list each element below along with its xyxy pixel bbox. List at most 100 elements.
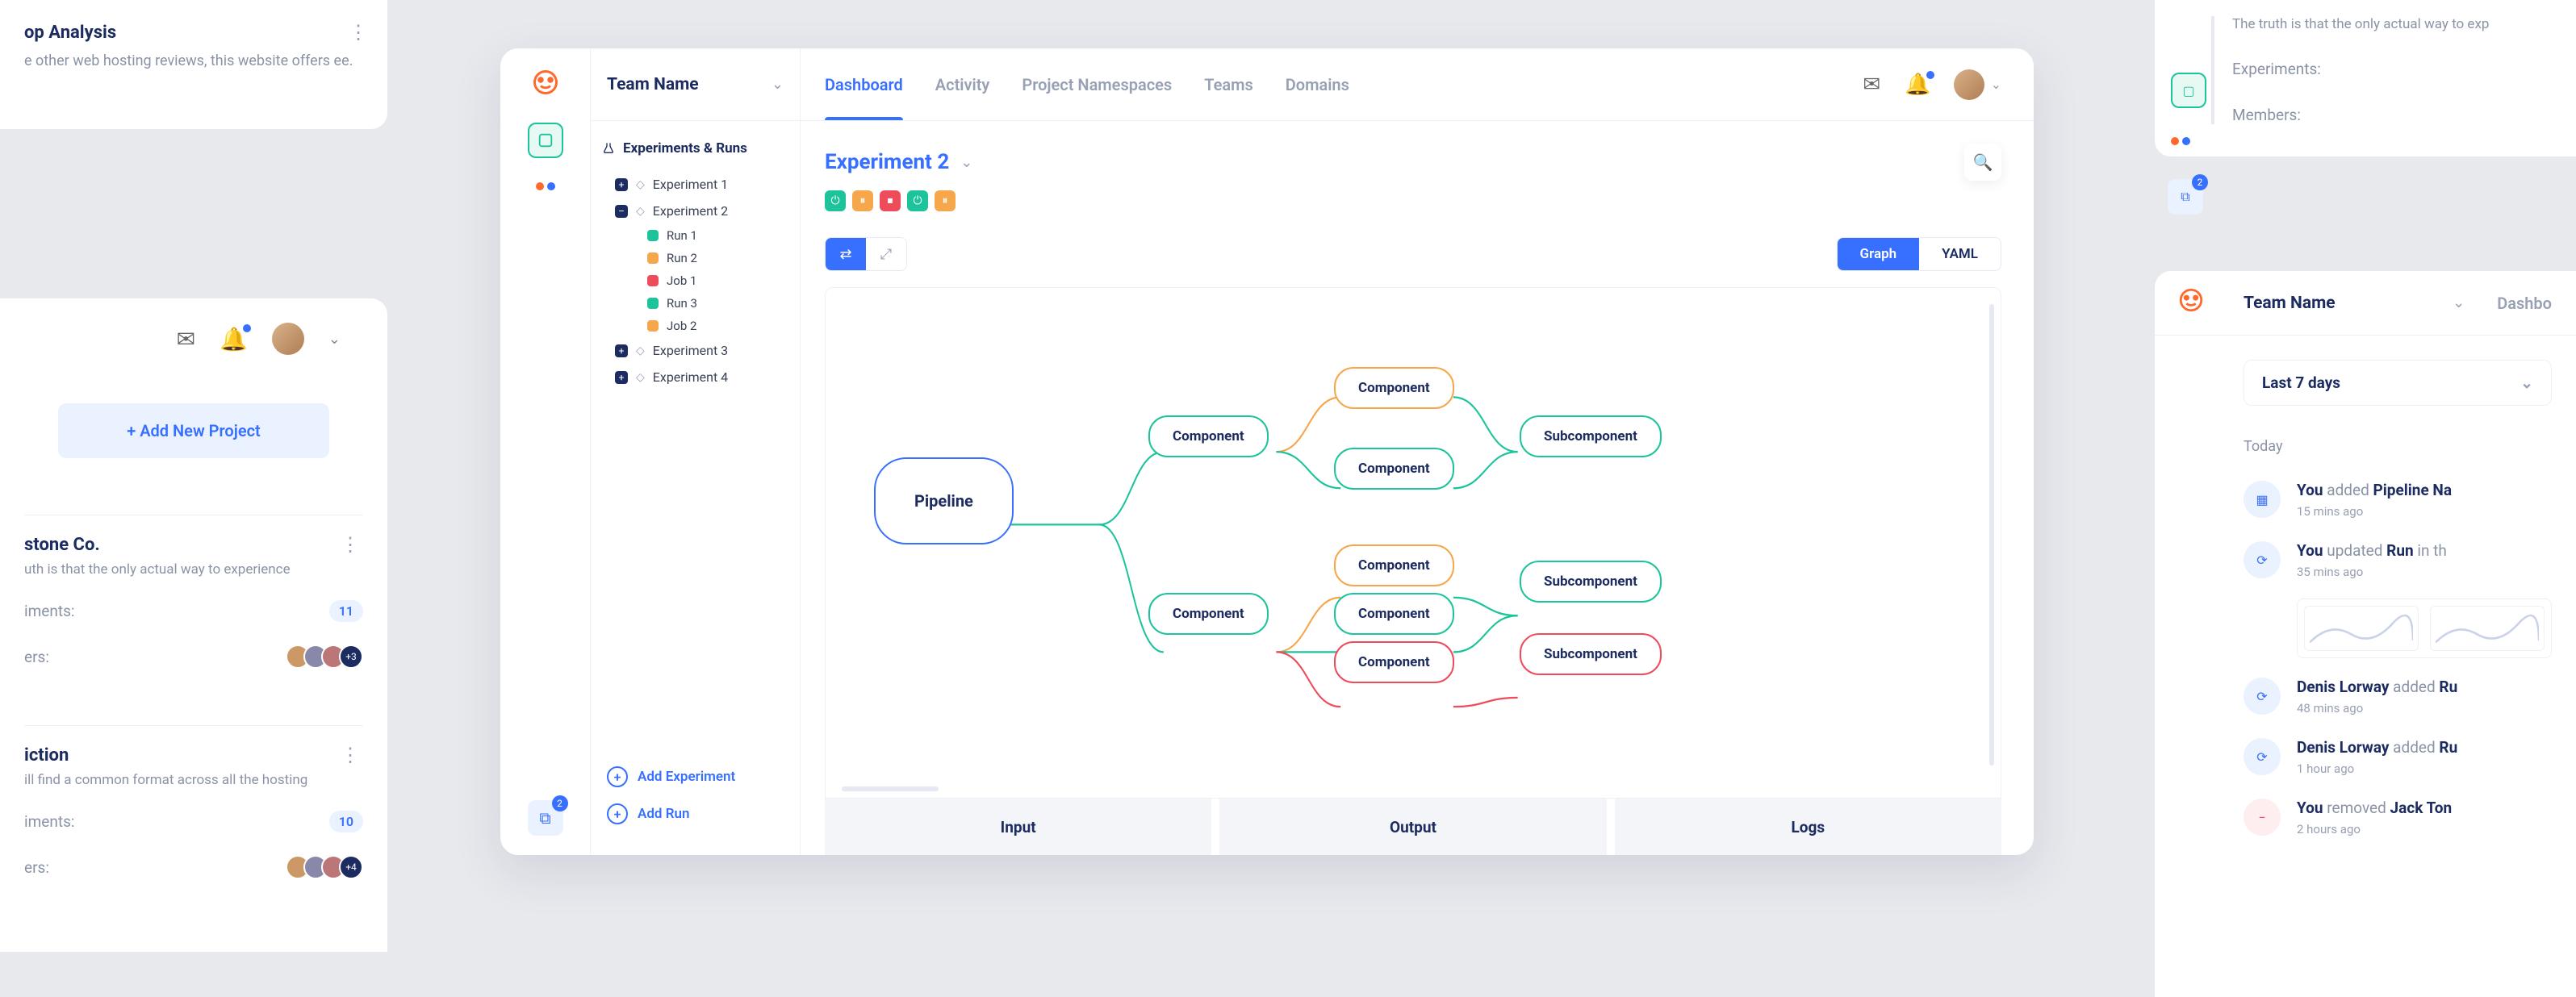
plus-icon: + — [607, 766, 628, 787]
activity-item[interactable]: ⟳Denis Lorway added Ru48 mins ago — [2244, 666, 2552, 727]
node-component[interactable]: Component — [1334, 641, 1454, 683]
expand-icon[interactable] — [615, 344, 628, 357]
node-component[interactable]: Component — [1334, 593, 1454, 635]
more-icon[interactable]: ⋮ — [341, 744, 360, 766]
experiment-4[interactable]: ◇Experiment 4 — [602, 364, 788, 390]
node-component[interactable]: Component — [1334, 367, 1454, 409]
main-content: Dashboard Activity Project Namespaces Te… — [801, 48, 2034, 855]
bell-icon[interactable]: 🔔 — [1905, 73, 1930, 97]
activity-item[interactable]: ⟳You updated Run in th35 mins ago — [2244, 530, 2552, 590]
tab-logs[interactable]: Logs — [1607, 799, 2001, 855]
member-avatars: +4 — [292, 855, 363, 879]
run-1[interactable]: Run 1 — [602, 224, 788, 247]
mail-icon[interactable]: ✉ — [1863, 73, 1880, 97]
pipeline-canvas[interactable]: Pipeline Component Component Component S… — [825, 287, 2001, 799]
scrollbar-vertical[interactable] — [1989, 304, 1994, 765]
left-rail: ⧉2 — [500, 48, 591, 855]
sparkline-group — [2297, 599, 2552, 658]
node-component[interactable]: Component — [1334, 448, 1454, 490]
status-chip-green[interactable]: ⏻ — [907, 190, 928, 211]
node-component[interactable]: Component — [1148, 415, 1269, 457]
rail-workspace-active[interactable] — [528, 123, 563, 158]
more-icon[interactable]: ⋮ — [349, 21, 368, 44]
node-subcomponent[interactable]: Subcomponent — [1520, 415, 1662, 457]
tab-activity[interactable]: Activity — [935, 48, 990, 120]
app-logo-icon[interactable] — [529, 66, 562, 98]
activity-item[interactable]: ▦You added Pipeline Na15 mins ago — [2244, 469, 2552, 530]
scrollbar-horizontal[interactable] — [842, 786, 939, 791]
activity-icon: ⟳ — [2244, 678, 2281, 715]
user-icon: ◇ — [636, 178, 645, 191]
project-card-iction[interactable]: ⋮ iction ill find a common format across… — [24, 725, 363, 879]
team-name: Team Name — [607, 75, 772, 94]
tab-domains[interactable]: Domains — [1286, 48, 1349, 120]
activity-text: You updated Run in th — [2297, 541, 2447, 560]
run-status-chips: ⏻ ⏸ ⏹ ⏻ ⏸ — [825, 190, 2001, 211]
layout-horizontal-button[interactable]: ⇄ — [826, 238, 866, 270]
experiment-1[interactable]: ◇Experiment 1 — [602, 171, 788, 198]
status-chip-orange[interactable]: ⏸ — [852, 190, 873, 211]
add-experiment-button[interactable]: +Add Experiment — [607, 758, 784, 795]
activity-item[interactable]: −You removed Jack Ton2 hours ago — [2244, 787, 2552, 848]
activity-item[interactable]: ⟳Denis Lorway added Ru1 hour ago — [2244, 727, 2552, 787]
experiment-3[interactable]: ◇Experiment 3 — [602, 337, 788, 364]
rail-invite-icon[interactable]: ⧉2 — [528, 800, 563, 836]
tab-dashboard-partial[interactable]: Dashbo — [2497, 294, 2552, 313]
layout-expand-button[interactable]: ⤢ — [866, 238, 906, 270]
quote-text: The truth is that the only actual way to… — [2232, 16, 2552, 32]
node-subcomponent[interactable]: Subcomponent — [1520, 633, 1662, 675]
expand-icon[interactable] — [615, 178, 628, 191]
chevron-down-icon[interactable]: ⌄ — [328, 331, 341, 348]
card-body: e other web hosting reviews, this websit… — [24, 51, 363, 71]
experiment-2[interactable]: ◇Experiment 2 — [602, 198, 788, 224]
node-pipeline[interactable]: Pipeline — [874, 457, 1014, 544]
date-range-select[interactable]: Last 7 days⌄ — [2244, 360, 2552, 406]
rail-workspace-dots[interactable] — [2171, 137, 2190, 145]
team-name[interactable]: Team Name — [2244, 294, 2453, 313]
chevron-down-icon[interactable]: ⌄ — [960, 154, 972, 171]
job-1[interactable]: Job 1 — [602, 269, 788, 292]
status-chip-red[interactable]: ⏹ — [880, 190, 901, 211]
team-selector[interactable]: Team Name ⌄ — [591, 48, 800, 121]
tab-teams[interactable]: Teams — [1204, 48, 1253, 120]
avatar[interactable] — [272, 323, 304, 355]
collapse-icon[interactable] — [615, 205, 628, 218]
node-component[interactable]: Component — [1148, 593, 1269, 635]
expand-icon[interactable] — [615, 371, 628, 384]
tab-output[interactable]: Output — [1211, 799, 1606, 855]
activity-time: 2 hours ago — [2297, 822, 2452, 836]
chevron-down-icon: ⌄ — [2520, 373, 2533, 392]
view-graph-button[interactable]: Graph — [1838, 238, 1920, 270]
status-chip-green[interactable]: ⏻ — [825, 190, 846, 211]
project-card-stone[interactable]: ⋮ stone Co. uth is that the only actual … — [24, 515, 363, 669]
tab-dashboard[interactable]: Dashboard — [825, 48, 903, 120]
add-project-button[interactable]: Add New Project — [58, 403, 329, 458]
rail-workspace-active[interactable]: ▢ — [2171, 73, 2206, 108]
invite-icon[interactable]: ⧉2 — [2168, 179, 2203, 215]
activity-time: 15 mins ago — [2297, 504, 2452, 519]
search-button[interactable]: 🔍 — [1964, 144, 2001, 181]
status-chip-orange[interactable]: ⏸ — [935, 190, 956, 211]
node-subcomponent[interactable]: Subcomponent — [1520, 561, 1662, 603]
mail-icon[interactable]: ✉ — [177, 326, 195, 352]
tab-input[interactable]: Input — [825, 799, 1211, 855]
job-2[interactable]: Job 2 — [602, 315, 788, 337]
members-label: ers: — [24, 648, 49, 666]
chevron-down-icon[interactable]: ⌄ — [1991, 77, 2001, 92]
add-run-button[interactable]: +Add Run — [607, 795, 784, 832]
sidebar: Team Name ⌄ Experiments & Runs ◇Experime… — [591, 48, 801, 855]
view-yaml-button[interactable]: YAML — [1919, 238, 2001, 270]
chevron-down-icon[interactable]: ⌄ — [2453, 294, 2465, 311]
more-icon[interactable]: ⋮ — [341, 533, 360, 556]
experiments-label: Experiments: — [2232, 60, 2321, 78]
node-component[interactable]: Component — [1334, 544, 1454, 586]
run-2[interactable]: Run 2 — [602, 247, 788, 269]
layout-toggle: ⇄ ⤢ — [825, 237, 907, 271]
avatar[interactable] — [1954, 69, 1984, 100]
run-3[interactable]: Run 3 — [602, 292, 788, 315]
bell-icon[interactable]: 🔔 — [220, 326, 248, 352]
rail-workspace-dots[interactable] — [536, 182, 555, 190]
tab-namespaces[interactable]: Project Namespaces — [1022, 48, 1172, 120]
app-logo-icon[interactable] — [2177, 286, 2205, 319]
activity-panel: Team Name ⌄ Dashbo ▢ Last 7 days⌄ Today … — [2155, 271, 2576, 997]
